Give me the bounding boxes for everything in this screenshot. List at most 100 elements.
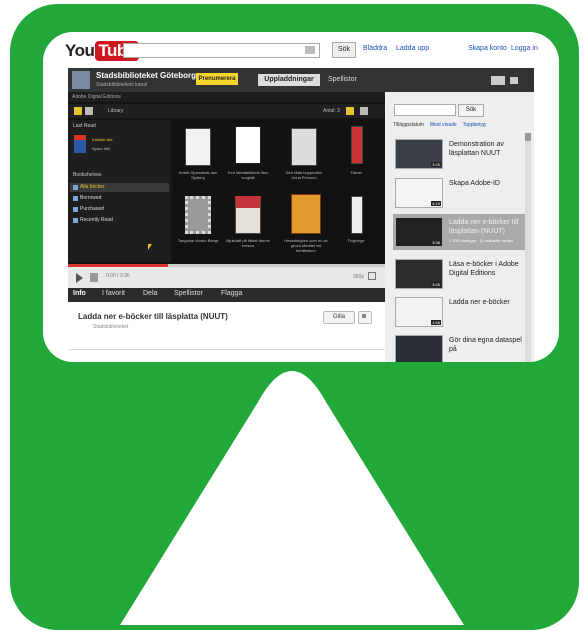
browse-link[interactable]: Bläddra: [363, 45, 387, 52]
time-display: 0:00 / 3:36: [106, 273, 130, 279]
last-read-title: Kallade sikt: [92, 137, 113, 142]
play-icon[interactable]: [76, 273, 83, 283]
channel-title[interactable]: Stadsbiblioteket Göteborg: [96, 71, 196, 80]
youtube-header: You Tube Sök Bläddra Ladda upp Skapa kont…: [43, 32, 559, 68]
book-caption: Hesselsigden som en av geom Meddel vid b…: [284, 238, 328, 253]
video-thumbnail[interactable]: 4:19: [395, 178, 443, 208]
related-video-item[interactable]: 3:26 Läsa e-böcker i Adobe Digital Editi…: [393, 256, 525, 292]
video-title: Ladda ner e-böcker till läsplatta (NUUT): [78, 312, 228, 321]
related-video-item[interactable]: 3:26 Demonstration av läsplattan NUUT: [393, 136, 525, 172]
duration-badge: 3:36: [431, 240, 441, 245]
keyboard-icon[interactable]: [305, 46, 315, 54]
sidebar-scrollbar[interactable]: [525, 133, 531, 362]
video-item-title[interactable]: Läsa e-böcker i Adobe Digital Editions: [449, 260, 523, 278]
tab-favorite[interactable]: I favorit: [102, 290, 125, 297]
sort-row: Tilläggsdatum Mest visade Toppbetyg: [393, 122, 492, 128]
book-cover-white: [351, 196, 363, 234]
channel-subtitle: Stadsbibliotekets kanal: [96, 82, 148, 88]
subscribe-button[interactable]: Prenumerera: [196, 73, 238, 85]
progress-fill: [68, 264, 168, 267]
thumbs-down-icon: [362, 314, 366, 318]
tab-info[interactable]: Info: [73, 290, 86, 297]
create-account-link[interactable]: Skapa konto: [468, 45, 507, 52]
video-player[interactable]: Adobe Digital Editions Library Antal: 3 …: [68, 92, 385, 288]
shelf-item: Alla böcker: [70, 183, 169, 192]
book-cover-pattern: [185, 196, 211, 234]
stage: You Tube Sök Bläddra Ladda upp Skapa kont…: [0, 0, 585, 630]
mouse-cursor-icon: [148, 244, 152, 250]
video-item-title[interactable]: Gör dina egna dataspel på: [449, 336, 523, 354]
tab-flag[interactable]: Flagga: [221, 290, 242, 297]
last-read-author: Nyare titel: [92, 146, 111, 151]
shelf-icon: [73, 218, 78, 223]
channel-search-button[interactable]: Sök: [458, 104, 484, 117]
video-item-meta: 1 330 visningar · 11 månader sedan: [449, 238, 513, 243]
shelf-item: Borrowed: [70, 194, 169, 203]
related-video-item-selected[interactable]: 3:36 Ladda ner e-böcker till läsplattan …: [393, 214, 525, 250]
video-uploader[interactable]: Stadsbiblioteket: [93, 324, 128, 330]
video-thumbnail[interactable]: 1:56: [395, 297, 443, 327]
video-thumbnail[interactable]: 3:36: [395, 217, 443, 247]
tab-playlists[interactable]: Spellistor: [328, 76, 357, 83]
video-item-title[interactable]: Skapa Adobe-ID: [449, 179, 523, 188]
thumbnail-view-icon: [346, 107, 354, 115]
search-input[interactable]: [123, 43, 320, 58]
book-caption: Den Mentalitetens liten sorgfall: [227, 170, 269, 180]
theater-view-icon[interactable]: [491, 76, 505, 85]
sort-most-viewed[interactable]: Mest visade: [430, 122, 457, 128]
related-video-item[interactable]: Gör dina egna dataspel på: [393, 332, 525, 362]
book-cover-red: [235, 196, 261, 234]
shelf-icon: [73, 185, 78, 190]
book-grid: Kristin Sjoerwerik den Sjoberg Den Menta…: [173, 120, 385, 262]
video-thumbnail[interactable]: [395, 335, 443, 362]
bookshelves-header: Bookshelves: [73, 172, 102, 178]
video-item-title[interactable]: Ladda ner e-böcker: [449, 298, 523, 307]
book-cover-red: [351, 126, 363, 164]
show-label: Antal: 3: [323, 108, 340, 114]
book-caption: Tangobar Kristin Bengt: [177, 238, 219, 243]
duration-badge: 1:56: [431, 320, 441, 325]
tab-uploads[interactable]: Uppladdningar: [258, 74, 320, 86]
sort-dropdown[interactable]: Tilläggsdatum: [393, 122, 424, 128]
grid-view-icon[interactable]: [510, 77, 518, 84]
video-item-title[interactable]: Demonstration av läsplattan NUUT: [449, 140, 523, 158]
library-label: Library: [108, 108, 124, 114]
app-toolbar: Library Antal: 3: [68, 104, 385, 118]
shelf-item: Recently Read: [70, 216, 169, 225]
related-video-item[interactable]: 4:19 Skapa Adobe-ID: [393, 175, 525, 211]
book-cover-white: [185, 128, 211, 166]
volume-icon[interactable]: [90, 273, 98, 282]
shelf-icon: [73, 196, 78, 201]
video-thumbnail[interactable]: 3:26: [395, 259, 443, 289]
book-cover-orange: [291, 194, 321, 234]
duration-badge: 4:19: [431, 201, 441, 206]
fullscreen-icon[interactable]: [368, 272, 376, 280]
bookshelf-view-icon: [74, 107, 82, 115]
shelf-icon: [73, 207, 78, 212]
scroll-up-icon[interactable]: [525, 133, 531, 141]
quality-selector[interactable]: 360p: [353, 274, 364, 280]
sign-in-link[interactable]: Logga in: [511, 45, 538, 52]
book-caption: Tärnet: [350, 170, 362, 175]
library-sidebar: Last Read Kallade sikt Nyare titel Books…: [68, 120, 171, 262]
sort-top-rated[interactable]: Toppbetyg: [463, 122, 486, 128]
video-thumbnail[interactable]: 3:26: [395, 139, 443, 169]
screenshot-panel: You Tube Sök Bläddra Ladda upp Skapa kont…: [43, 32, 559, 362]
progress-bar[interactable]: [68, 264, 385, 267]
channel-bar: Stadsbiblioteket Göteborg Stadsbibliotek…: [68, 68, 534, 92]
channel-avatar[interactable]: [72, 71, 90, 89]
search-button[interactable]: Sök: [332, 42, 356, 58]
book-cover-white: [235, 126, 261, 164]
player-controls: 0:00 / 3:36 360p: [68, 264, 385, 288]
shelf-item: Purchased: [70, 205, 169, 214]
tab-playlists[interactable]: Spellistor: [174, 290, 203, 297]
tab-share[interactable]: Dela: [143, 290, 157, 297]
upload-link[interactable]: Ladda upp: [396, 45, 429, 52]
related-video-item[interactable]: 1:56 Ladda ner e-böcker: [393, 294, 525, 330]
video-item-title[interactable]: Ladda ner e-böcker till läsplattan (NUUT…: [449, 218, 523, 236]
duration-badge: 3:26: [431, 162, 441, 167]
like-button[interactable]: Gilla: [323, 311, 355, 324]
book-cover-grey: [291, 128, 317, 166]
last-read-header: Last Read: [73, 123, 96, 129]
channel-search-input[interactable]: [394, 104, 456, 116]
